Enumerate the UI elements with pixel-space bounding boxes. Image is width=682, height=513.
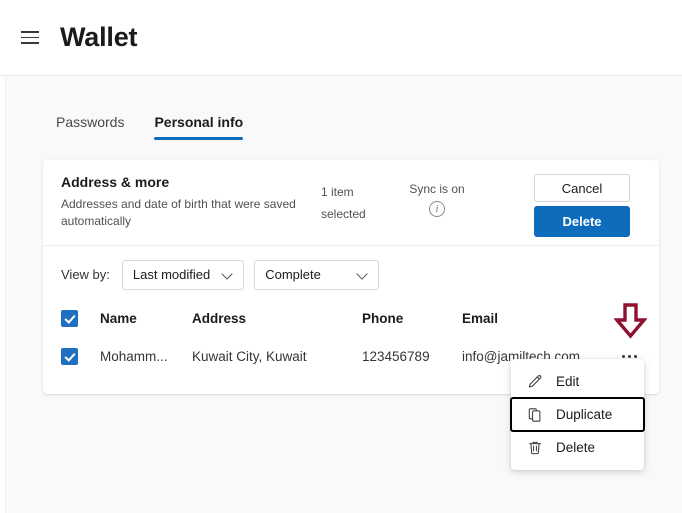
column-header-phone: Phone	[362, 311, 404, 327]
tab-passwords[interactable]: Passwords	[56, 114, 124, 140]
sync-status: Sync is on i	[401, 182, 473, 217]
page-title: Wallet	[60, 22, 138, 52]
context-menu-item-edit[interactable]: Edit	[511, 365, 644, 398]
hamburger-line	[21, 31, 39, 33]
cell-phone: 123456789	[362, 349, 430, 365]
table-header-row: Name Address Phone Email	[43, 300, 659, 338]
sort-dropdown[interactable]: Last modified	[121, 259, 245, 290]
select-all-checkbox[interactable]	[61, 310, 78, 328]
ellipsis-dot	[627, 355, 631, 359]
context-menu-label-edit: Edit	[556, 374, 580, 389]
column-header-name: Name	[100, 311, 137, 327]
pencil-icon	[527, 374, 543, 390]
duplicate-icon	[527, 407, 543, 423]
filter-bar: View by: Last modified Complete	[43, 246, 659, 300]
row-context-menu: Edit Duplicate Delete	[510, 359, 645, 470]
card-action-buttons: Cancel Delete	[534, 174, 630, 237]
context-menu-label-delete: Delete	[556, 440, 596, 455]
row-checkbox[interactable]	[61, 348, 78, 366]
hamburger-line	[21, 36, 39, 39]
cell-address: Kuwait City, Kuwait	[192, 349, 307, 365]
view-by-label: View by:	[61, 267, 110, 283]
card-heading: Address & more Addresses and date of bir…	[61, 174, 311, 231]
selected-count-label: 1 item selected	[321, 185, 366, 221]
chevron-down-icon	[357, 269, 368, 280]
hamburger-line	[21, 42, 39, 44]
cancel-button[interactable]: Cancel	[534, 174, 630, 202]
chevron-down-icon	[222, 269, 233, 280]
app-titlebar: Wallet	[0, 0, 682, 76]
card-title: Address & more	[61, 174, 170, 190]
sync-status-label: Sync is on	[409, 182, 465, 196]
column-header-address: Address	[192, 311, 247, 327]
completeness-dropdown-value: Complete	[265, 267, 321, 283]
completeness-dropdown[interactable]: Complete	[254, 259, 380, 290]
tab-personal-info[interactable]: Personal info	[154, 114, 243, 140]
card-header: Address & more Addresses and date of bir…	[43, 160, 659, 246]
ellipsis-dot	[633, 355, 637, 359]
sort-dropdown-value: Last modified	[132, 267, 211, 283]
context-menu-item-duplicate[interactable]: Duplicate	[510, 397, 645, 432]
ellipsis-dot	[621, 355, 625, 359]
tab-bar: Passwords Personal info	[56, 114, 243, 140]
trash-icon	[527, 440, 543, 456]
info-icon[interactable]: i	[429, 201, 445, 217]
column-header-email: Email	[462, 311, 499, 327]
context-menu-item-delete[interactable]: Delete	[511, 431, 644, 464]
card-subtitle: Addresses and date of birth that were sa…	[61, 197, 296, 229]
delete-button[interactable]: Delete	[534, 206, 630, 237]
cell-name: Mohamm...	[100, 349, 168, 365]
hamburger-icon[interactable]	[14, 22, 46, 54]
context-menu-label-duplicate: Duplicate	[556, 407, 613, 422]
